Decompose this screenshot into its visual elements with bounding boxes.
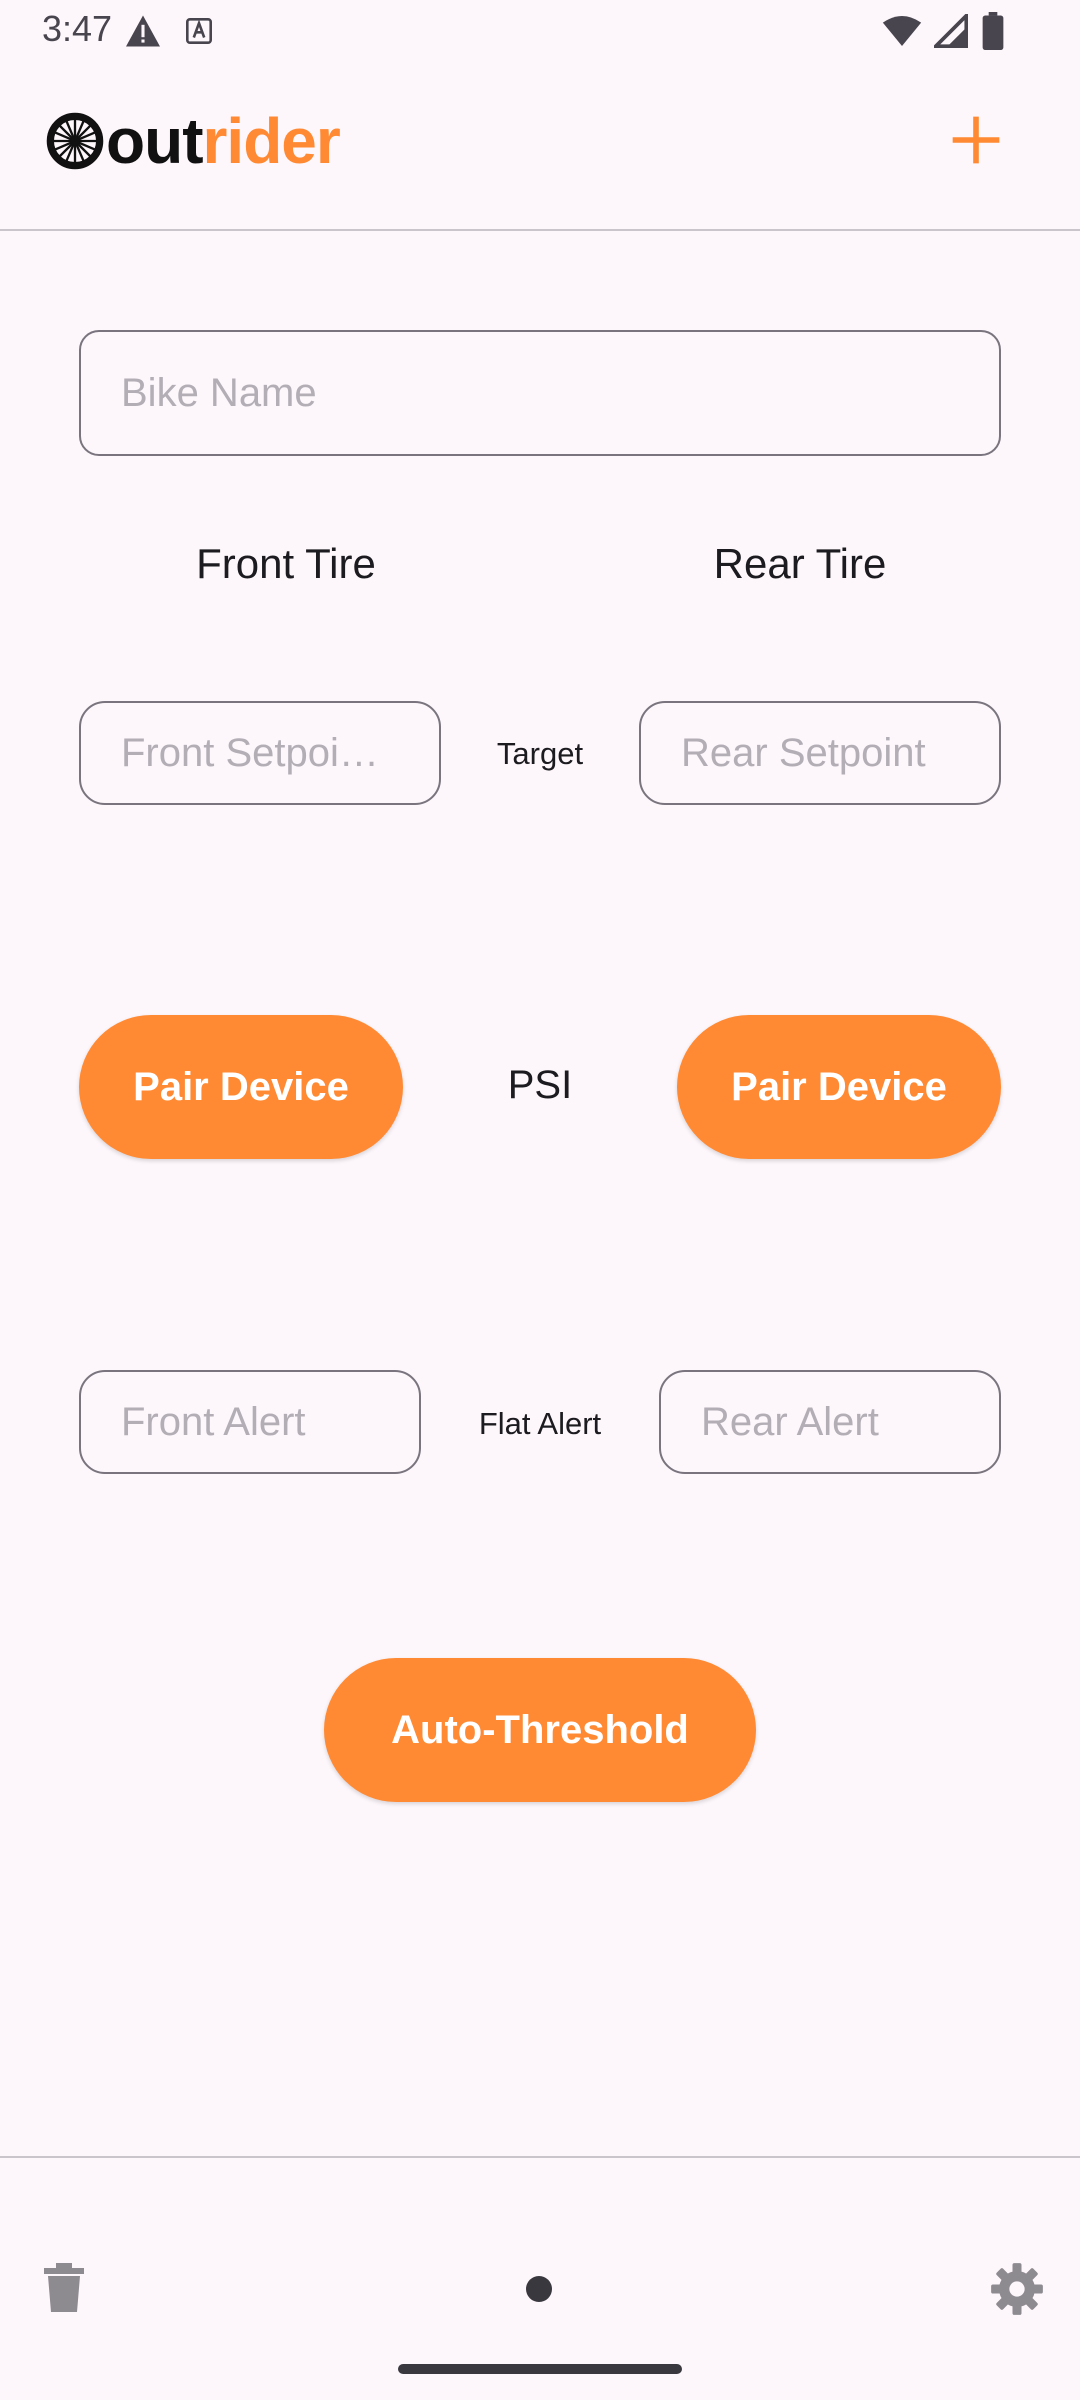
home-indicator[interactable] (398, 2364, 682, 2374)
psi-label: PSI (507, 1063, 573, 1107)
warning-icon (126, 15, 160, 47)
bike-name-input[interactable] (79, 330, 1001, 456)
pair-rear-device-button[interactable]: Pair Device (677, 1015, 1001, 1159)
flat-alert-label: Flat Alert (478, 1406, 602, 1441)
bottom-bar-divider (0, 2156, 1080, 2158)
settings-button[interactable] (990, 2262, 1044, 2316)
logo-text-out: out (106, 105, 203, 177)
page-indicator-dot (526, 2276, 552, 2302)
front-alert-input[interactable] (79, 1370, 421, 1474)
rear-alert-input[interactable] (659, 1370, 1001, 1474)
wifi-icon (882, 16, 922, 46)
gear-icon (991, 2263, 1043, 2315)
rear-tire-label: Rear Tire (713, 540, 887, 587)
auto-threshold-button[interactable]: Auto-Threshold (324, 1658, 756, 1802)
signal-icon (934, 14, 968, 48)
a-notification-icon (186, 18, 212, 44)
app-logo: out rider (46, 105, 341, 177)
wheel-logo-icon (46, 112, 104, 170)
front-tire-label: Front Tire (196, 540, 376, 587)
logo-text-rider: rider (202, 105, 341, 177)
front-setpoint-input[interactable] (79, 701, 441, 805)
rear-setpoint-input[interactable] (639, 701, 1001, 805)
pair-front-device-button[interactable]: Pair Device (79, 1015, 403, 1159)
delete-bike-button[interactable] (40, 2262, 88, 2314)
trash-icon (44, 2263, 84, 2312)
target-label: Target (496, 736, 584, 771)
plus-icon (952, 116, 1000, 164)
add-bike-button[interactable] (940, 104, 1012, 176)
status-time: 3:47 (42, 8, 113, 49)
battery-icon (982, 12, 1004, 50)
app-bar-divider (0, 229, 1080, 231)
